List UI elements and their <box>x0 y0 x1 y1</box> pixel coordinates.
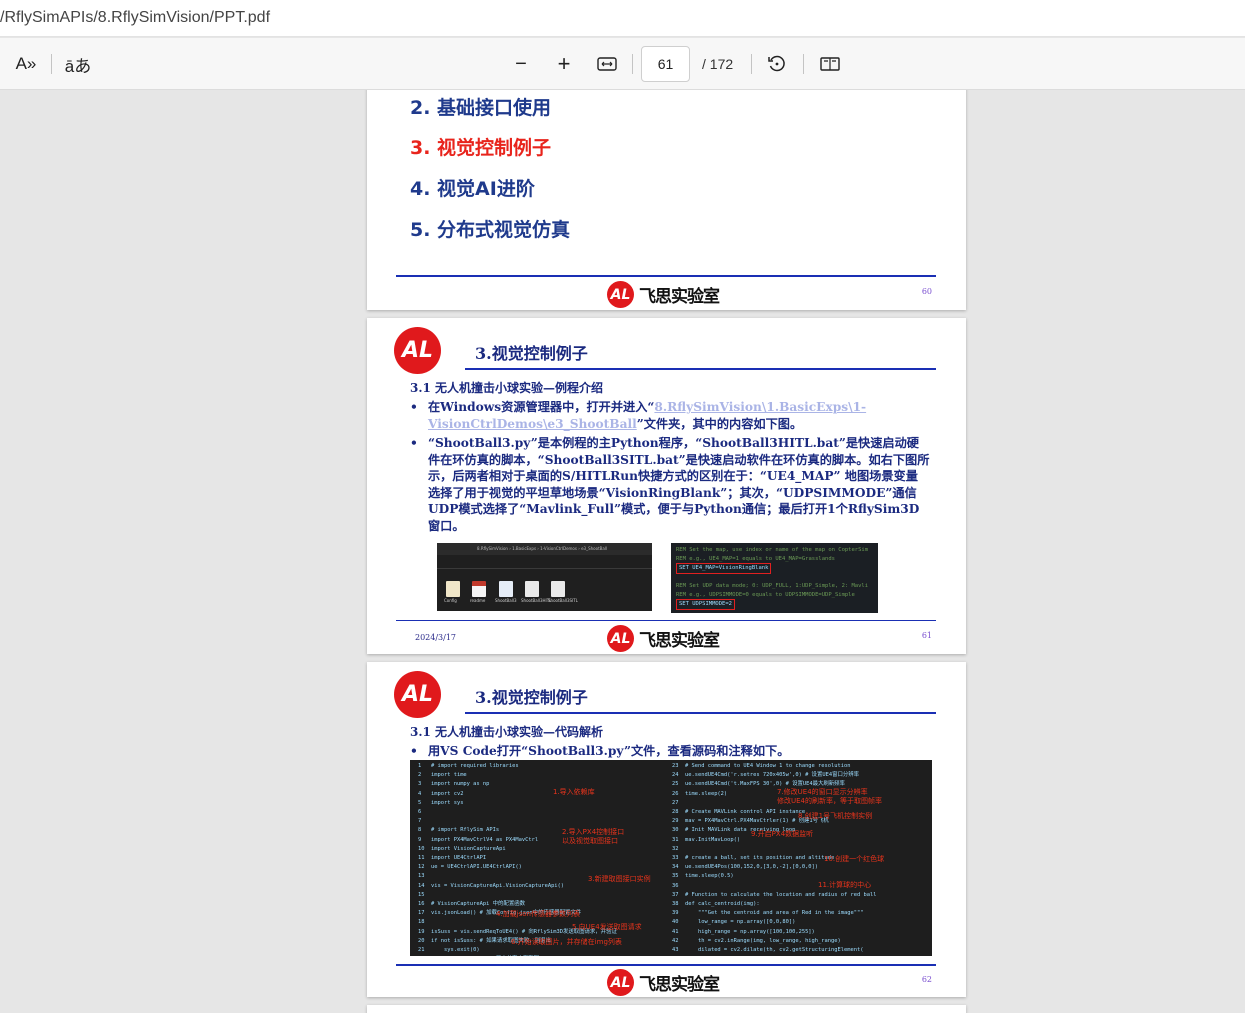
page-number-label: 62 <box>921 975 932 984</box>
explorer-screenshot: 8.RflySimVision › 1.BasicExps › 1-Vision… <box>437 543 652 611</box>
toolbar-divider <box>632 54 633 74</box>
page-number-label: 60 <box>921 287 932 296</box>
footer-logo: AL 飞思实验室 <box>607 625 720 652</box>
file-label: Config <box>444 598 457 603</box>
footer-rule <box>396 620 936 621</box>
logo-text: 飞思实验室 <box>639 975 720 995</box>
logo-text: 飞思实验室 <box>639 287 720 307</box>
code-annotation: 2.导入PX4控制接口 以及视觉取图接口 <box>562 828 625 845</box>
bullet-item: • 在Windows资源管理器中，打开并进入“8.RflySimVision\1… <box>410 399 930 432</box>
read-aloud-icon[interactable]: A» <box>14 50 38 78</box>
page-view-icon[interactable] <box>818 50 842 78</box>
logo-text: 飞思实验室 <box>639 631 720 651</box>
bat-script-screenshot: REM Set the map, use index or name of th… <box>671 543 878 613</box>
python-file-icon <box>499 581 513 597</box>
code-annotation: 7.修改UE4的窗口显示分辨率 修改UE4的刷新率，等于取图帧率 <box>777 788 882 805</box>
bat-file-icon <box>525 581 539 597</box>
code-line: REM e.g., UDPSIMMODE=0 equals to UDPSIMM… <box>676 591 855 598</box>
code-line: REM e.g., UE4_MAP=1 equals to UE4_MAP=Gr… <box>676 555 835 562</box>
bullet-text: “ShootBall3.py”是本例程的主Python程序，“ShootBall… <box>428 436 930 533</box>
bullet-item: • 用VS Code打开“ShootBall3.py”文件，查看源码和注释如下。 <box>410 743 930 760</box>
code-line: REM Set the map, use index or name of th… <box>676 547 869 553</box>
code-annotation: 10.创建一个红色球 <box>824 855 885 863</box>
page-count: / 172 <box>702 56 734 72</box>
explorer-toolbar <box>437 561 652 569</box>
toolbar-divider <box>751 54 752 74</box>
footer-rule <box>396 275 936 277</box>
pdf-page-62: AL 3.视觉控制例子 3.1 无人机撞击小球实验—代码解析 • 用VS Cod… <box>367 662 966 997</box>
slide-date: 2024/3/17 <box>415 633 457 642</box>
code-annotation: 11.计算球的中心 <box>818 881 872 889</box>
code-annotation: 8.创建1号飞机控制实例 <box>798 812 873 820</box>
bullet-text: ”文件夹，其中的内容如下图。 <box>636 416 803 431</box>
slide-subtitle: 3.1 无人机撞击小球实验—代码解析 <box>410 725 604 739</box>
toolbar-divider <box>803 54 804 74</box>
file-label: ShootBall3 <box>495 598 517 603</box>
rotate-icon[interactable] <box>765 50 789 78</box>
file-path: /RflySimAPIs/8.RflySimVision/PPT.pdf <box>0 9 271 26</box>
pdf-icon <box>472 581 486 597</box>
page-number-label: 61 <box>921 631 932 640</box>
code-screenshot: 1 # import required libraries 2 import t… <box>410 760 932 956</box>
bullet-dot: • <box>410 744 418 758</box>
toc-item-current: 3. 视觉控制例子 <box>410 137 552 159</box>
pdf-toolbar: A» āあ − + 61 / 172 <box>0 38 1245 90</box>
toolbar-divider <box>51 54 52 74</box>
file-label: ShootBall3HITL <box>521 598 552 603</box>
highlighted-code-line: SET UDPSIMMODE=2 <box>676 599 735 610</box>
logo-mark: AL <box>607 281 634 308</box>
pdf-page-63 <box>367 1005 966 1013</box>
slide-title: 3.视觉控制例子 <box>475 688 588 707</box>
slide-subtitle: 3.1 无人机撞击小球实验—例程介绍 <box>410 381 604 395</box>
code-annotation: 9.开启PX4数据监听 <box>751 830 814 838</box>
bat-file-icon <box>551 581 565 597</box>
file-icon <box>446 581 460 597</box>
footer-rule <box>396 964 936 966</box>
pdf-viewer[interactable]: 2. 基础接口使用 3. 视觉控制例子 4. 视觉AI进阶 5. 分布式视觉仿真… <box>0 90 1245 1013</box>
zoom-out-button[interactable]: − <box>510 50 532 78</box>
slide-logo: AL <box>394 671 441 718</box>
bullet-dot: • <box>410 400 418 414</box>
title-rule <box>465 368 936 370</box>
toc-item: 4. 视觉AI进阶 <box>410 178 535 200</box>
footer-logo: AL 飞思实验室 <box>607 969 720 996</box>
toc-item: 5. 分布式视觉仿真 <box>410 219 571 241</box>
bullet-item: • “ShootBall3.py”是本例程的主Python程序，“ShootBa… <box>410 435 930 534</box>
logo-mark: AL <box>607 969 634 996</box>
fit-width-icon[interactable] <box>596 50 618 78</box>
pdf-page-60: 2. 基础接口使用 3. 视觉控制例子 4. 视觉AI进阶 5. 分布式视觉仿真… <box>367 90 966 310</box>
highlighted-code-line: SET UE4_MAP=VisionRingBlank <box>676 563 772 574</box>
bullet-text: 用VS Code打开“ShootBall3.py”文件，查看源码和注释如下。 <box>428 744 790 758</box>
code-line: REM Set UDP data mode; 0: UDP_FULL, 1:UD… <box>676 583 869 589</box>
code-annotation: 4.加载json传感器参数列表 <box>496 910 580 918</box>
explorer-path: 8.RflySimVision › 1.BasicExps › 1-Vision… <box>437 543 652 555</box>
zoom-in-button[interactable]: + <box>553 50 575 78</box>
code-annotation: 5.向UE4发送取图请求 <box>572 923 642 931</box>
code-annotation: 3.新建取图接口实例 <box>588 875 651 883</box>
title-rule <box>465 712 936 714</box>
slide-logo: AL <box>394 327 441 374</box>
page-number-input[interactable]: 61 <box>641 46 690 82</box>
code-annotation: 6.开始读取图片，并存储在img列表 <box>511 938 622 946</box>
address-bar[interactable]: /RflySimAPIs/8.RflySimVision/PPT.pdf <box>0 0 1245 37</box>
code-annotation: 1.导入依赖库 <box>553 788 595 796</box>
bullet-dot: • <box>410 436 418 450</box>
bullet-text: 在Windows资源管理器中，打开并进入“ <box>428 400 655 414</box>
translate-icon[interactable]: āあ <box>64 50 92 78</box>
file-label: ShootBall3SITL <box>548 598 578 603</box>
logo-mark: AL <box>607 625 634 652</box>
slide-title: 3.视觉控制例子 <box>475 344 588 363</box>
pdf-page-61: AL 3.视觉控制例子 3.1 无人机撞击小球实验—例程介绍 • 在Window… <box>367 318 966 654</box>
footer-logo: AL 飞思实验室 <box>607 281 720 308</box>
file-label: readme <box>470 598 486 603</box>
toc-item: 2. 基础接口使用 <box>410 97 552 119</box>
